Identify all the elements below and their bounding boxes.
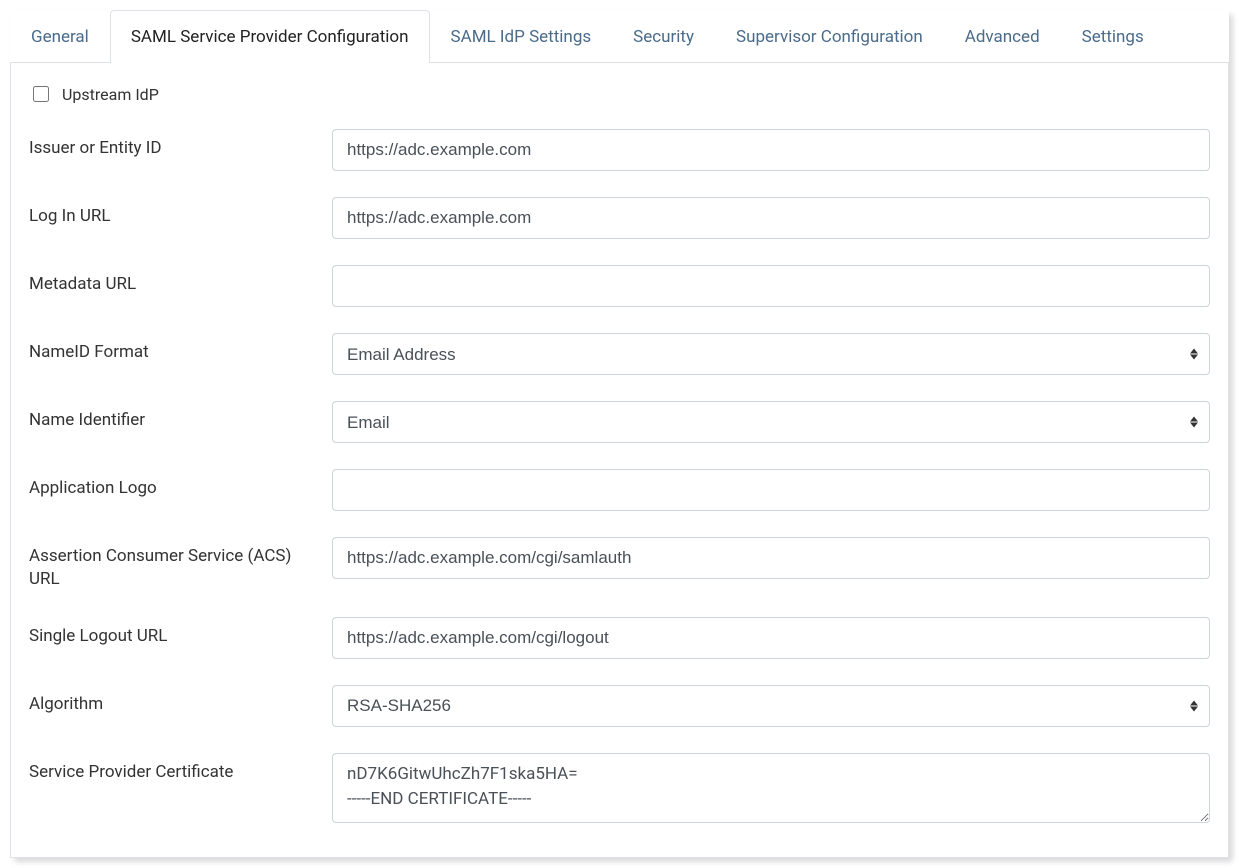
tab-supervisor-config[interactable]: Supervisor Configuration — [715, 10, 944, 63]
tab-security[interactable]: Security — [612, 10, 715, 63]
algorithm-select[interactable]: RSA-SHA256 — [332, 685, 1210, 727]
tab-advanced[interactable]: Advanced — [944, 10, 1061, 63]
issuer-input[interactable] — [332, 129, 1210, 171]
algorithm-label: Algorithm — [29, 685, 332, 716]
slo-url-input[interactable] — [332, 617, 1210, 659]
upstream-idp-checkbox[interactable] — [33, 86, 49, 102]
login-url-input[interactable] — [332, 197, 1210, 239]
app-logo-input[interactable] — [332, 469, 1210, 511]
metadata-url-label: Metadata URL — [29, 265, 332, 296]
nameid-format-label: NameID Format — [29, 333, 332, 364]
app-logo-label: Application Logo — [29, 469, 332, 500]
tab-general[interactable]: General — [10, 10, 110, 63]
sp-cert-textarea[interactable] — [332, 753, 1210, 823]
acs-url-input[interactable] — [332, 537, 1210, 579]
tab-saml-sp-config[interactable]: SAML Service Provider Configuration — [110, 10, 430, 63]
name-identifier-label: Name Identifier — [29, 401, 332, 432]
config-panel: General SAML Service Provider Configurat… — [10, 10, 1229, 858]
tab-settings[interactable]: Settings — [1061, 10, 1165, 63]
issuer-label: Issuer or Entity ID — [29, 129, 332, 160]
nameid-format-select[interactable]: Email Address — [332, 333, 1210, 375]
tab-saml-idp-settings[interactable]: SAML IdP Settings — [430, 10, 613, 63]
sp-cert-label: Service Provider Certificate — [29, 753, 332, 784]
acs-url-label: Assertion Consumer Service (ACS) URL — [29, 537, 332, 591]
name-identifier-select[interactable]: Email — [332, 401, 1210, 443]
metadata-url-input[interactable] — [332, 265, 1210, 307]
slo-url-label: Single Logout URL — [29, 617, 332, 648]
tabbar: General SAML Service Provider Configurat… — [10, 10, 1229, 63]
login-url-label: Log In URL — [29, 197, 332, 228]
tab-content: Upstream IdP Issuer or Entity ID Log In … — [10, 63, 1229, 858]
upstream-idp-label: Upstream IdP — [62, 85, 159, 104]
